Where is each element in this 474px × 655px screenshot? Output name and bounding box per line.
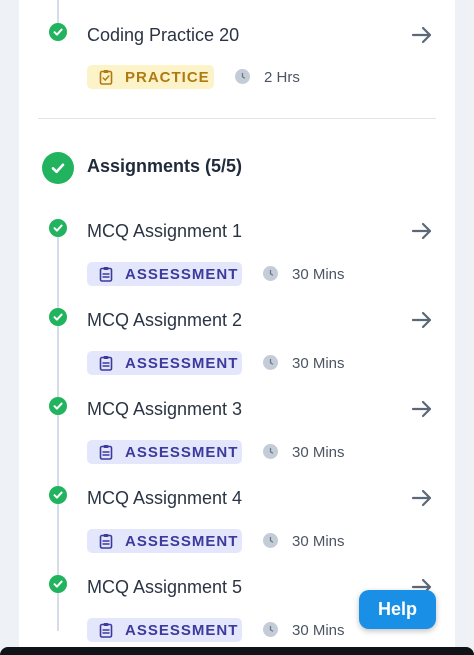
item-title[interactable]: MCQ Assignment 2: [87, 310, 242, 331]
clock-icon: [263, 355, 278, 370]
arrow-right-icon[interactable]: [408, 217, 436, 245]
arrow-right-icon[interactable]: [408, 395, 436, 423]
check-circle-icon: [49, 397, 67, 415]
check-circle-icon: [49, 486, 67, 504]
clipboard-icon: [99, 69, 113, 85]
divider: [38, 118, 436, 119]
assessment-badge: ASSESSMENT: [87, 529, 242, 553]
assessment-badge: ASSESSMENT: [87, 440, 242, 464]
arrow-right-icon[interactable]: [408, 484, 436, 512]
duration-text: 2 Hrs: [264, 69, 300, 86]
duration-text: 30 Mins: [292, 355, 345, 372]
duration-text: 30 Mins: [292, 266, 345, 283]
badge-label: ASSESSMENT: [125, 532, 239, 550]
check-circle-icon: [49, 219, 67, 237]
section-title[interactable]: Assignments (5/5): [87, 156, 242, 177]
clipboard-icon: [99, 266, 113, 282]
clock-icon: [263, 444, 278, 459]
duration-text: 30 Mins: [292, 533, 345, 550]
timeline-line: [57, 0, 59, 25]
clipboard-icon: [99, 533, 113, 549]
check-circle-icon: [42, 152, 74, 184]
clipboard-icon: [99, 444, 113, 460]
bottom-bar: [0, 647, 474, 655]
arrow-right-icon[interactable]: [408, 306, 436, 334]
arrow-right-icon[interactable]: [408, 21, 436, 49]
assessment-badge: ASSESSMENT: [87, 618, 242, 642]
badge-label: ASSESSMENT: [125, 621, 239, 639]
item-title[interactable]: Coding Practice 20: [87, 25, 239, 46]
badge-label: ASSESSMENT: [125, 354, 239, 372]
clock-icon: [263, 266, 278, 281]
check-circle-icon: [49, 23, 67, 41]
clipboard-icon: [99, 355, 113, 371]
duration-text: 30 Mins: [292, 622, 345, 639]
clock-icon: [235, 69, 250, 84]
badge-label: PRACTICE: [125, 68, 210, 86]
item-title[interactable]: MCQ Assignment 4: [87, 488, 242, 509]
practice-badge: PRACTICE: [87, 65, 214, 89]
duration-text: 30 Mins: [292, 444, 345, 461]
help-button[interactable]: Help: [359, 590, 436, 629]
clipboard-icon: [99, 622, 113, 638]
clock-icon: [263, 533, 278, 548]
assessment-badge: ASSESSMENT: [87, 262, 242, 286]
item-title[interactable]: MCQ Assignment 5: [87, 577, 242, 598]
badge-label: ASSESSMENT: [125, 265, 239, 283]
item-title[interactable]: MCQ Assignment 3: [87, 399, 242, 420]
badge-label: ASSESSMENT: [125, 443, 239, 461]
assessment-badge: ASSESSMENT: [87, 351, 242, 375]
check-circle-icon: [49, 308, 67, 326]
item-title[interactable]: MCQ Assignment 1: [87, 221, 242, 242]
clock-icon: [263, 622, 278, 637]
check-circle-icon: [49, 575, 67, 593]
timeline-line: [57, 236, 59, 631]
